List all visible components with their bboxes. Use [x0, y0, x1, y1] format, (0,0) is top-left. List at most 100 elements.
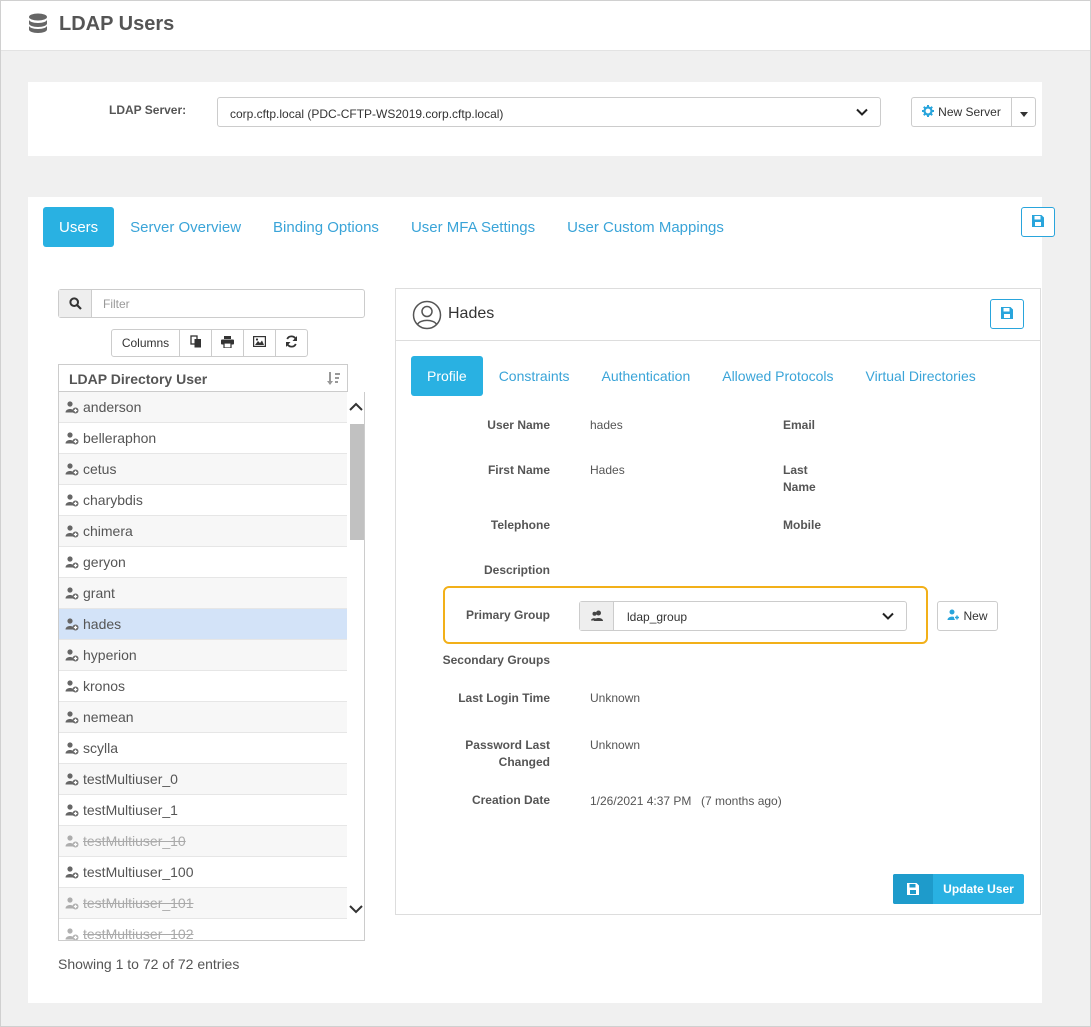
server-select[interactable]: corp.cftp.local (PDC-CFTP-WS2019.corp.cf…: [217, 97, 881, 127]
list-item[interactable]: nemean: [59, 702, 347, 733]
creation-date-value: 1/26/2021 4:37 PM: [590, 793, 691, 810]
telephone-label: Telephone: [436, 517, 550, 534]
list-item-label: belleraphon: [83, 430, 156, 446]
user-detail-panel: Hades Profile Constraints Authentication…: [395, 288, 1041, 915]
user-icon: [65, 463, 83, 476]
list-item[interactable]: anderson: [59, 392, 347, 423]
list-item[interactable]: testMultiuser_100: [59, 857, 347, 888]
user-name-value: hades: [590, 417, 623, 434]
tab-users[interactable]: Users: [43, 207, 114, 247]
save-icon: [893, 874, 933, 904]
new-server-button[interactable]: New Server: [911, 97, 1011, 127]
server-label: LDAP Server:: [109, 103, 186, 117]
filter-input[interactable]: [93, 290, 363, 317]
list-scrollbar[interactable]: [347, 392, 365, 941]
list-header[interactable]: LDAP Directory User: [59, 365, 347, 392]
gear-icon: [922, 105, 934, 120]
page-title: LDAP Users: [59, 13, 174, 36]
user-icon: [65, 804, 83, 817]
user-icon: [65, 711, 83, 724]
scroll-down-icon[interactable]: [349, 902, 363, 917]
list-item-label: hyperion: [83, 647, 137, 663]
new-group-button[interactable]: New: [937, 601, 998, 631]
scroll-up-icon[interactable]: [349, 400, 363, 415]
list-item[interactable]: charybdis: [59, 485, 347, 516]
tab-authentication[interactable]: Authentication: [586, 356, 707, 396]
refresh-icon: [285, 335, 298, 351]
list-item[interactable]: chimera: [59, 516, 347, 547]
mobile-label: Mobile: [783, 517, 821, 534]
user-icon: [65, 680, 83, 693]
list-item-label: testMultiuser_102: [83, 926, 194, 941]
list-item[interactable]: testMultiuser_10: [59, 826, 347, 857]
user-icon: [65, 618, 83, 631]
copy-button[interactable]: [179, 329, 212, 357]
list-item[interactable]: testMultiuser_0: [59, 764, 347, 795]
user-circle-icon: [412, 300, 442, 333]
tab-virtual-directories[interactable]: Virtual Directories: [850, 356, 992, 396]
tab-constraints[interactable]: Constraints: [483, 356, 586, 396]
list-toolbar: Columns: [111, 329, 308, 357]
export-image-button[interactable]: [243, 329, 276, 357]
list-item-label: testMultiuser_1: [83, 802, 178, 818]
tab-profile[interactable]: Profile: [411, 356, 483, 396]
list-item[interactable]: belleraphon: [59, 423, 347, 454]
tab-allowed-protocols[interactable]: Allowed Protocols: [706, 356, 849, 396]
update-user-button[interactable]: Update User: [893, 874, 1024, 904]
list-item[interactable]: cetus: [59, 454, 347, 485]
new-server-label: New Server: [938, 105, 1001, 119]
sort-icon[interactable]: [327, 372, 341, 389]
search-icon: [59, 290, 92, 317]
list-item[interactable]: testMultiuser_101: [59, 888, 347, 919]
list-item-label: anderson: [83, 399, 141, 415]
tab-binding-options[interactable]: Binding Options: [257, 207, 395, 247]
list-item[interactable]: geryon: [59, 547, 347, 578]
tab-server-overview[interactable]: Server Overview: [114, 207, 257, 247]
last-login-label: Last Login Time: [436, 690, 550, 707]
list-item[interactable]: scylla: [59, 733, 347, 764]
new-server-dropdown-button[interactable]: [1011, 97, 1036, 127]
user-icon: [65, 556, 83, 569]
refresh-button[interactable]: [275, 329, 308, 357]
user-icon: [65, 432, 83, 445]
list-item-label: testMultiuser_0: [83, 771, 178, 787]
list-item[interactable]: hyperion: [59, 640, 347, 671]
list-item-label: testMultiuser_101: [83, 895, 194, 911]
user-detail-header: Hades: [396, 289, 1040, 341]
list-item[interactable]: testMultiuser_102: [59, 919, 347, 941]
password-changed-label-line1: Password Last: [436, 737, 550, 754]
creation-date-label: Creation Date: [436, 792, 550, 809]
print-button[interactable]: [211, 329, 244, 357]
scroll-thumb[interactable]: [350, 424, 364, 540]
add-user-icon: [947, 609, 960, 624]
tab-user-mfa-settings[interactable]: User MFA Settings: [395, 207, 551, 247]
save-user-button[interactable]: [990, 299, 1024, 329]
list-item-label: testMultiuser_100: [83, 864, 194, 880]
list-item-label: testMultiuser_10: [83, 833, 186, 849]
last-name-label-line2: Name: [783, 479, 816, 496]
creation-date-relative: (7 months ago): [701, 793, 782, 810]
list-item[interactable]: hades: [59, 609, 347, 640]
primary-group-select[interactable]: ldap_group: [579, 601, 907, 631]
list-item[interactable]: testMultiuser_1: [59, 795, 347, 826]
last-name-label-line1: Last: [783, 462, 808, 479]
list-item[interactable]: kronos: [59, 671, 347, 702]
user-icon: [65, 525, 83, 538]
save-icon: [1032, 215, 1044, 230]
save-button[interactable]: [1021, 207, 1055, 237]
list-item-label: cetus: [83, 461, 116, 477]
chevron-down-icon: [882, 610, 894, 625]
list-header-label: LDAP Directory User: [69, 371, 207, 387]
list-item-label: hades: [83, 616, 121, 632]
group-icon: [580, 602, 614, 630]
list-item-label: geryon: [83, 554, 126, 570]
columns-button[interactable]: Columns: [111, 329, 180, 357]
tab-user-custom-mappings[interactable]: User Custom Mappings: [551, 207, 740, 247]
list-item[interactable]: grant: [59, 578, 347, 609]
user-name-label: User Name: [436, 417, 550, 434]
user-icon: [65, 835, 83, 848]
print-icon: [221, 336, 234, 351]
user-icon: [65, 773, 83, 786]
server-panel: LDAP Server: corp.cftp.local (PDC-CFTP-W…: [28, 82, 1042, 156]
page-header: LDAP Users: [1, 1, 1090, 51]
